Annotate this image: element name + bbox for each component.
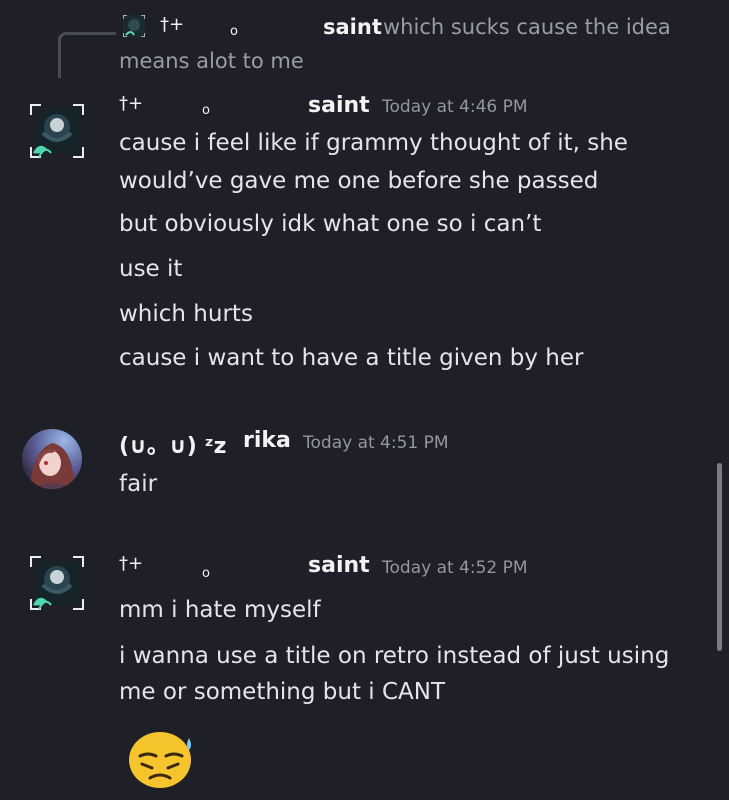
msg1-deco-left: †+	[119, 93, 144, 114]
msg2-deco-left: (∪。∪) ᶻz	[119, 434, 227, 459]
message-line: i wanna use a title on retro instead of …	[119, 643, 670, 669]
msg3-author-name[interactable]: saint	[308, 553, 370, 578]
message-line: which hurts	[119, 301, 253, 327]
saint-avatar-icon[interactable]	[29, 555, 85, 611]
saint-avatar-icon[interactable]	[29, 103, 85, 159]
message-line: cause i feel like if grammy thought of i…	[119, 130, 628, 156]
msg1-deco-right: o	[202, 103, 210, 118]
message-line: but obviously idk what one so i can’t	[119, 211, 542, 237]
reply-author-name[interactable]: saint	[323, 15, 382, 39]
reply-avatar-icon[interactable]	[123, 15, 145, 37]
msg2-author-name[interactable]: rika	[243, 428, 291, 453]
message-line: use it	[119, 256, 183, 282]
message-line: fair	[119, 471, 158, 497]
msg2-timestamp[interactable]: Today at 4:51 PM	[303, 433, 449, 453]
message-line: me or something but i CANT	[119, 679, 446, 705]
reply-connector	[58, 32, 116, 78]
message-line: mm i hate myself	[119, 597, 321, 623]
msg1-timestamp[interactable]: Today at 4:46 PM	[382, 97, 528, 117]
msg1-author-name[interactable]: saint	[308, 93, 370, 118]
reply-text-line2[interactable]: means alot to me	[119, 49, 304, 73]
msg3-deco-right: o	[202, 566, 210, 581]
msg3-timestamp[interactable]: Today at 4:52 PM	[382, 558, 528, 578]
message-line: cause i want to have a title given by he…	[119, 345, 584, 371]
rika-avatar-icon[interactable]	[22, 429, 82, 489]
message-line: would’ve gave me one before she passed	[119, 168, 599, 194]
pensive-sweat-emoji-icon[interactable]	[126, 728, 200, 788]
reply-deco-right: o	[230, 24, 238, 39]
reply-text-line1[interactable]: which sucks cause the idea	[383, 15, 671, 39]
msg3-deco-left: †+	[119, 553, 144, 574]
scrollbar-thumb[interactable]	[717, 463, 722, 651]
reply-deco-left: †+	[160, 14, 185, 35]
